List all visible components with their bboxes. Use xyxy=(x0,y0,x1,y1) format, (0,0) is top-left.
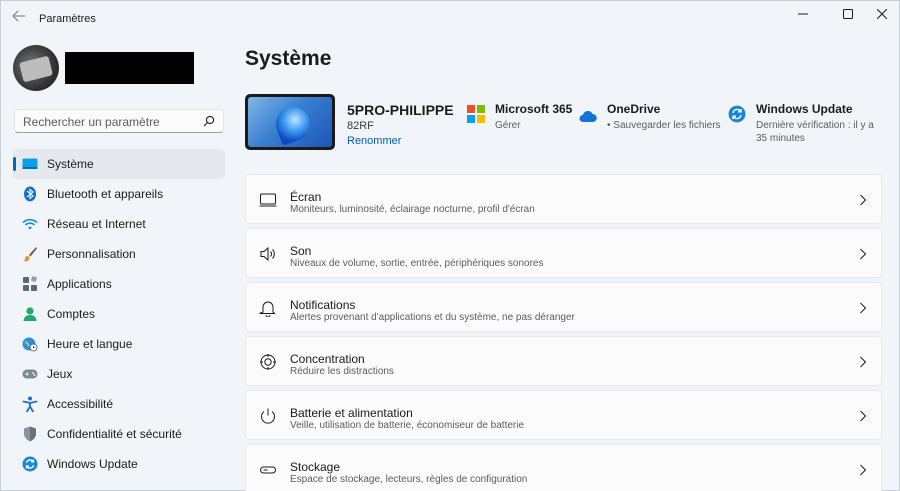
sidebar-item-label: Heure et langue xyxy=(47,337,133,351)
sidebar-item-label: Comptes xyxy=(47,307,96,321)
chevron-right-icon xyxy=(860,194,867,206)
search-placeholder: Rechercher un paramètre xyxy=(23,115,160,129)
minimize-button[interactable] xyxy=(786,1,820,27)
display-icon xyxy=(21,155,39,173)
card-title: Son xyxy=(290,244,312,258)
update-icon xyxy=(728,105,746,123)
card-concentration[interactable]: Concentration Réduire les distractions xyxy=(245,336,882,386)
card-batterie[interactable]: Batterie et alimentation Veille, utilisa… xyxy=(245,390,882,440)
app-title: Paramètres xyxy=(39,13,96,25)
card-stockage[interactable]: Stockage Espace de stockage, lecteurs, r… xyxy=(245,444,882,491)
bell-icon xyxy=(259,301,276,317)
settings-cards: Écran Moniteurs, luminosité, éclairage n… xyxy=(245,174,882,491)
sidebar-item-label: Personnalisation xyxy=(47,247,136,261)
sidebar-item-label: Bluetooth et appareils xyxy=(47,187,164,201)
card-son[interactable]: Son Niveaux de volume, sortie, entrée, p… xyxy=(245,228,882,278)
quick-link-windows-update[interactable]: Windows Update Dernière vérification : i… xyxy=(728,102,883,146)
maximize-button[interactable] xyxy=(831,1,865,27)
card-description: Niveaux de volume, sortie, entrée, périp… xyxy=(290,258,544,269)
monitor-icon xyxy=(259,193,277,207)
quick-link-title: Microsoft 365 xyxy=(495,102,573,116)
gamepad-icon xyxy=(21,365,39,383)
accessibility-icon xyxy=(21,395,39,413)
quick-link-subtitle: • Sauvegarder les fichiers xyxy=(607,120,721,131)
sidebar-item-reseau[interactable]: Réseau et Internet xyxy=(13,209,225,239)
sidebar-item-applications[interactable]: Applications xyxy=(13,269,225,299)
sidebar-item-label: Applications xyxy=(47,277,112,291)
brush-icon xyxy=(21,245,39,263)
focus-icon xyxy=(260,354,276,370)
sidebar-item-label: Système xyxy=(47,157,94,171)
avatar[interactable] xyxy=(13,45,59,91)
sidebar-item-bluetooth[interactable]: Bluetooth et appareils xyxy=(13,179,225,209)
sidebar-item-windows-update[interactable]: Windows Update xyxy=(13,449,225,479)
device-thumbnail xyxy=(245,94,335,150)
card-title: Batterie et alimentation xyxy=(290,406,413,420)
back-arrow-icon xyxy=(12,10,25,22)
quick-link-title: OneDrive xyxy=(607,102,661,116)
close-button[interactable] xyxy=(865,1,899,27)
card-title: Stockage xyxy=(290,460,341,474)
microsoft-logo-icon xyxy=(467,105,485,123)
card-description: Alertes provenant d'applications et du s… xyxy=(290,312,575,323)
sidebar-item-label: Réseau et Internet xyxy=(47,217,146,231)
sidebar-item-jeux[interactable]: Jeux xyxy=(13,359,225,389)
search-icon[interactable] xyxy=(203,115,215,127)
close-icon xyxy=(877,9,887,19)
sidebar-item-confidentialite[interactable]: Confidentialité et sécurité xyxy=(13,419,225,449)
chevron-right-icon xyxy=(860,302,867,314)
speaker-icon xyxy=(260,246,275,262)
apps-icon xyxy=(21,275,39,293)
sidebar-item-personnalisation[interactable]: Personnalisation xyxy=(13,239,225,269)
sidebar-item-comptes[interactable]: Comptes xyxy=(13,299,225,329)
sidebar-nav: Système Bluetooth et appareils Réseau et… xyxy=(13,149,225,479)
quick-link-onedrive[interactable]: OneDrive • Sauvegarder les fichiers xyxy=(579,102,721,142)
power-icon xyxy=(261,408,275,424)
chevron-right-icon xyxy=(860,464,867,476)
globe-clock-icon xyxy=(21,335,39,353)
settings-window: Paramètres Rechercher un paramètre Systè… xyxy=(0,0,900,491)
device-model: 82RF xyxy=(347,120,374,132)
chevron-right-icon xyxy=(860,410,867,422)
user-name-redacted xyxy=(65,52,194,84)
back-button[interactable] xyxy=(11,9,29,25)
title-bar: Paramètres xyxy=(1,1,899,31)
maximize-icon xyxy=(843,9,853,19)
bluetooth-icon xyxy=(21,185,39,203)
card-notifications[interactable]: Notifications Alertes provenant d'applic… xyxy=(245,282,882,332)
update-icon xyxy=(21,455,39,473)
sidebar-item-label: Windows Update xyxy=(47,457,138,471)
chevron-right-icon xyxy=(860,248,867,260)
sidebar-item-accessibilite[interactable]: Accessibilité xyxy=(13,389,225,419)
minimize-icon xyxy=(798,13,808,15)
search-input[interactable]: Rechercher un paramètre xyxy=(14,109,224,133)
card-description: Moniteurs, luminosité, éclairage nocturn… xyxy=(290,204,535,215)
rename-link[interactable]: Renommer xyxy=(347,135,401,147)
card-description: Veille, utilisation de batterie, économi… xyxy=(290,420,525,431)
shield-icon xyxy=(21,425,39,443)
sidebar-item-systeme[interactable]: Système xyxy=(13,149,225,179)
card-title: Concentration xyxy=(290,352,365,366)
device-name: 5PRO-PHILIPPE xyxy=(347,102,454,118)
sidebar-item-label: Accessibilité xyxy=(47,397,114,411)
quick-link-microsoft-365[interactable]: Microsoft 365 Gérer xyxy=(467,102,577,142)
card-ecran[interactable]: Écran Moniteurs, luminosité, éclairage n… xyxy=(245,174,882,224)
sidebar-item-heure-langue[interactable]: Heure et langue xyxy=(13,329,225,359)
page-title: Système xyxy=(245,47,332,70)
person-icon xyxy=(21,305,39,323)
quick-link-title: Windows Update xyxy=(756,102,853,116)
wifi-icon xyxy=(21,215,39,233)
chevron-right-icon xyxy=(860,356,867,368)
sidebar-item-label: Confidentialité et sécurité xyxy=(47,427,182,441)
card-title: Écran xyxy=(290,190,322,204)
card-title: Notifications xyxy=(290,298,356,312)
card-description: Réduire les distractions xyxy=(290,366,394,377)
card-description: Espace de stockage, lecteurs, règles de … xyxy=(290,474,528,485)
cloud-icon xyxy=(579,110,597,122)
storage-icon xyxy=(260,466,276,474)
sidebar-item-label: Jeux xyxy=(47,367,73,381)
quick-link-subtitle: Gérer xyxy=(495,120,521,131)
quick-link-subtitle: Dernière vérification : il y a 35 minute… xyxy=(756,120,874,144)
